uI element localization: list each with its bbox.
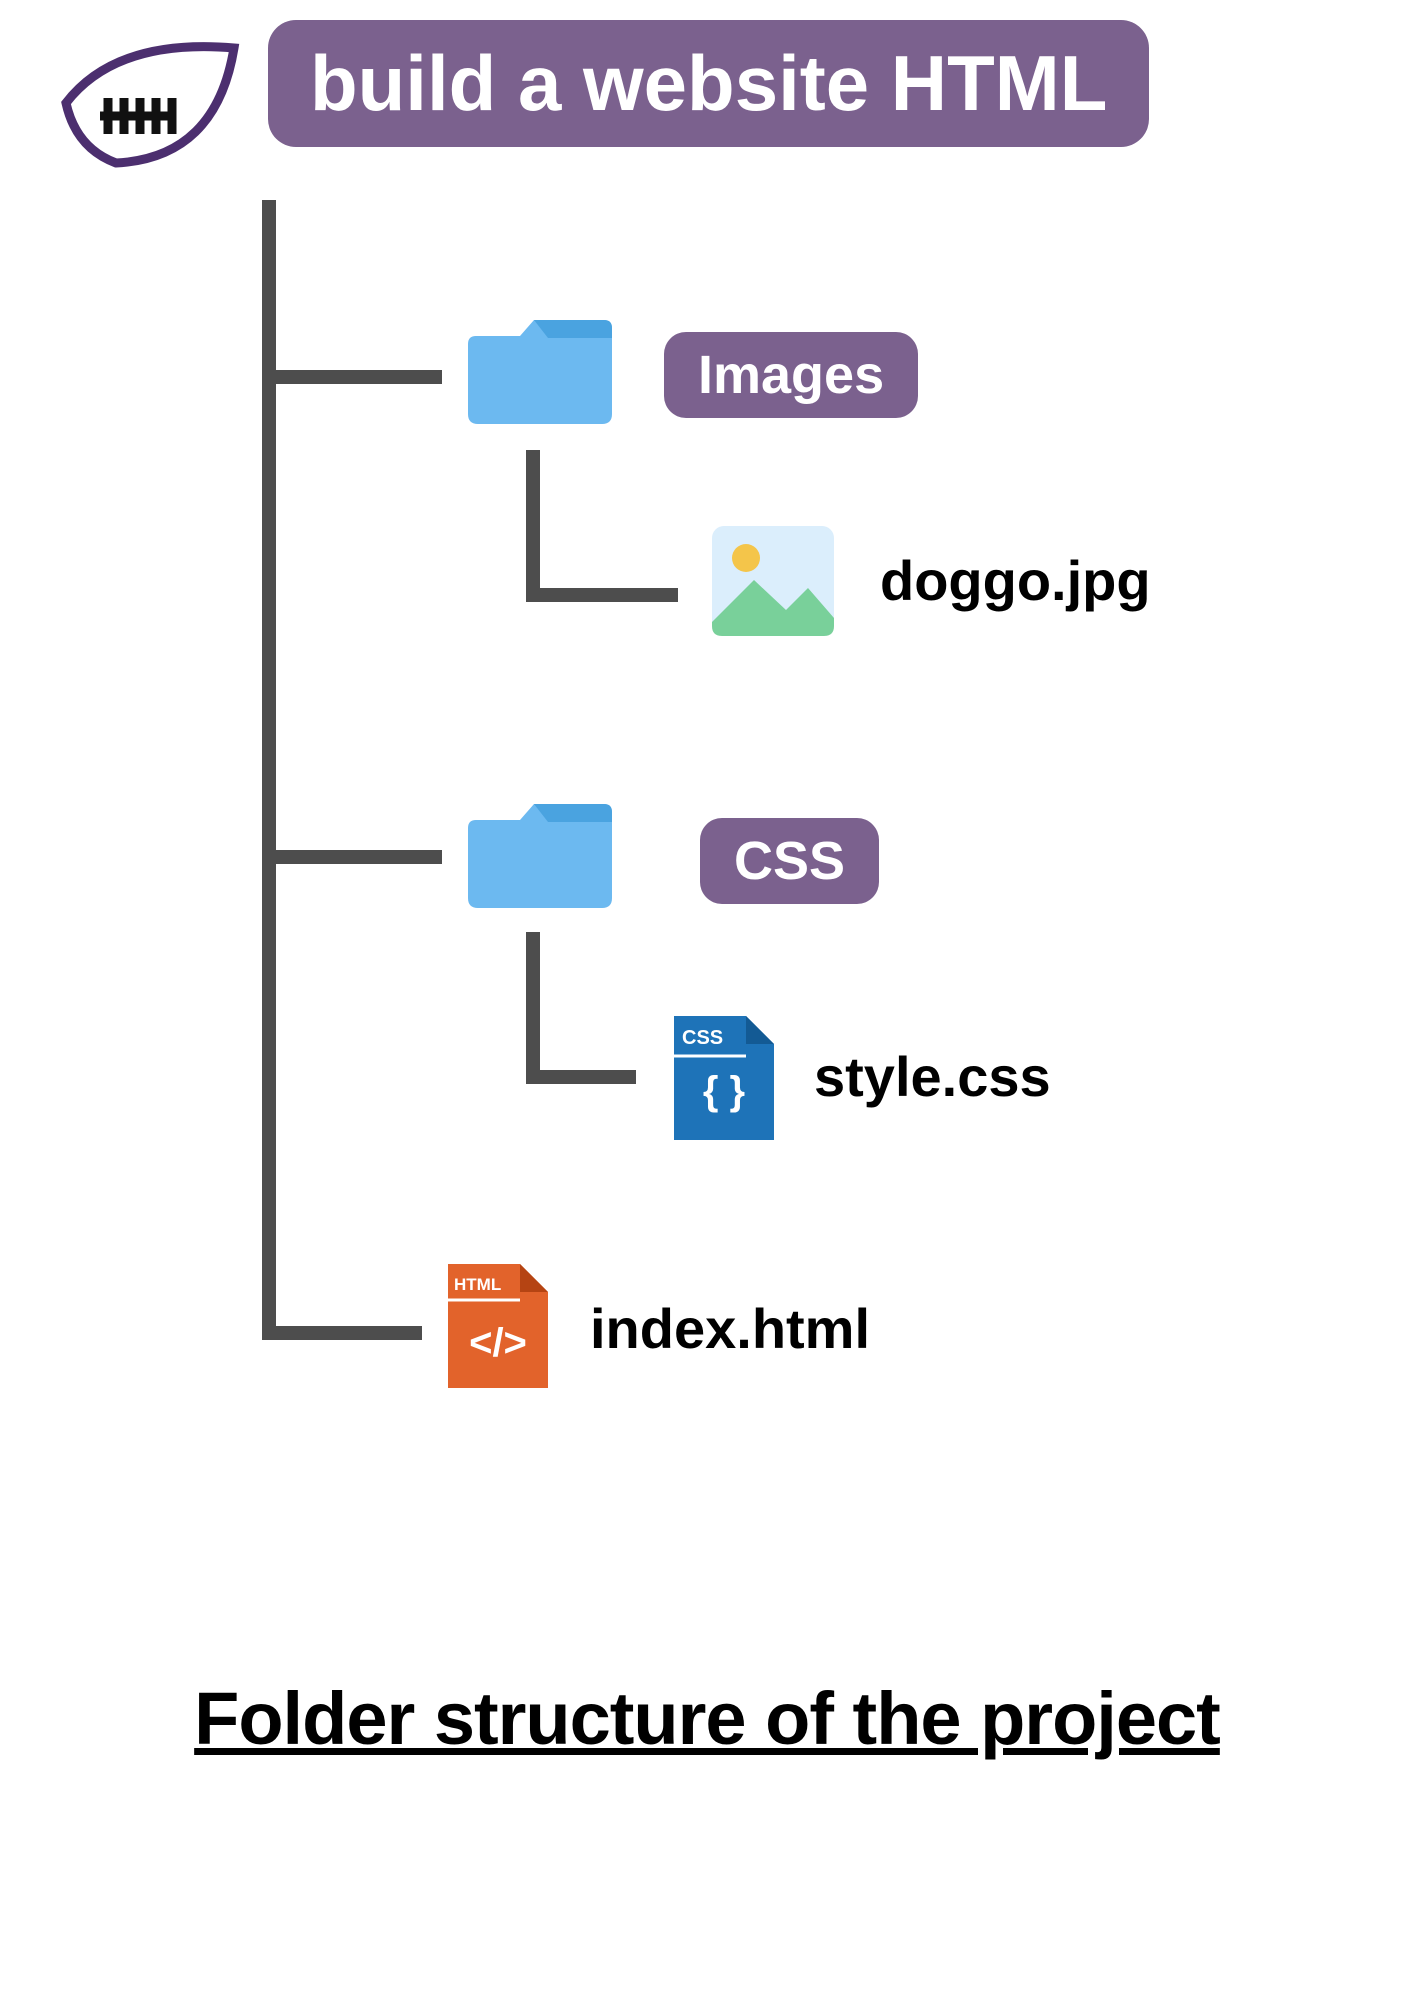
tree-sub-v-images xyxy=(526,450,540,602)
folder-label-images: Images xyxy=(664,332,918,418)
root-title-badge: build a website HTML xyxy=(268,20,1149,147)
tree-sub-v-css xyxy=(526,932,540,1084)
tree-branch-css xyxy=(262,850,442,864)
logo-football-icon xyxy=(56,38,244,168)
file-label-doggo: doggo.jpg xyxy=(880,548,1151,613)
folder-label-css: CSS xyxy=(700,818,879,904)
image-file-icon xyxy=(708,522,838,640)
html-file-icon: HTML </> xyxy=(444,1260,552,1392)
svg-text:{ }: { } xyxy=(703,1069,745,1113)
svg-text:CSS: CSS xyxy=(682,1027,723,1049)
file-label-style: style.css xyxy=(814,1044,1051,1109)
svg-text:HTML: HTML xyxy=(454,1275,501,1294)
folder-icon-css xyxy=(462,792,612,912)
css-file-icon: CSS { } xyxy=(670,1012,778,1144)
folder-icon-images xyxy=(462,308,612,428)
diagram-caption: Folder structure of the project xyxy=(0,1676,1414,1761)
file-label-index: index.html xyxy=(590,1296,870,1361)
tree-sub-h-css xyxy=(526,1070,636,1084)
svg-text:</>: </> xyxy=(469,1321,527,1365)
tree-branch-index xyxy=(262,1326,422,1340)
tree-sub-h-images xyxy=(526,588,678,602)
tree-branch-images xyxy=(262,370,442,384)
